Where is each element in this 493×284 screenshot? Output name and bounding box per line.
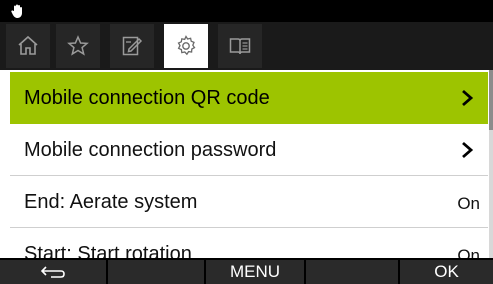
tab-favorites[interactable] [56, 24, 100, 68]
tab-settings[interactable] [164, 24, 208, 68]
list-item-label: Mobile connection password [24, 139, 277, 161]
status-bar [0, 0, 493, 22]
chevron-right-icon [462, 89, 474, 107]
list-item-value: On [457, 194, 480, 213]
chevron-right-icon [462, 141, 474, 159]
book-icon [229, 38, 251, 55]
home-icon [18, 35, 38, 55]
list-item-label: End: Aerate system [24, 191, 198, 213]
scrollbar-thumb[interactable] [489, 70, 493, 130]
scrollbar[interactable] [489, 70, 493, 258]
tab-bar [0, 22, 493, 70]
tab-edit[interactable] [110, 24, 154, 68]
tab-home[interactable] [6, 24, 50, 68]
softkey-bar: MENU OK [0, 258, 493, 284]
list-item-label: Mobile connection QR code [24, 87, 270, 109]
star-icon [67, 35, 89, 56]
list-item-end-aerate[interactable]: End: Aerate system On [10, 176, 488, 228]
softkey-4[interactable] [306, 260, 398, 284]
gear-icon [177, 35, 196, 56]
ok-button[interactable]: OK [400, 260, 493, 284]
softkey-2[interactable] [108, 260, 204, 284]
tab-manual[interactable] [218, 24, 262, 68]
list-item-qr-code[interactable]: Mobile connection QR code [10, 72, 488, 124]
menu-button[interactable]: MENU [206, 260, 304, 284]
back-arrow-icon [40, 266, 65, 278]
hand-icon [11, 4, 22, 18]
edit-icon [122, 36, 143, 56]
list-item-password[interactable]: Mobile connection password [10, 124, 488, 176]
back-button[interactable] [0, 260, 106, 284]
